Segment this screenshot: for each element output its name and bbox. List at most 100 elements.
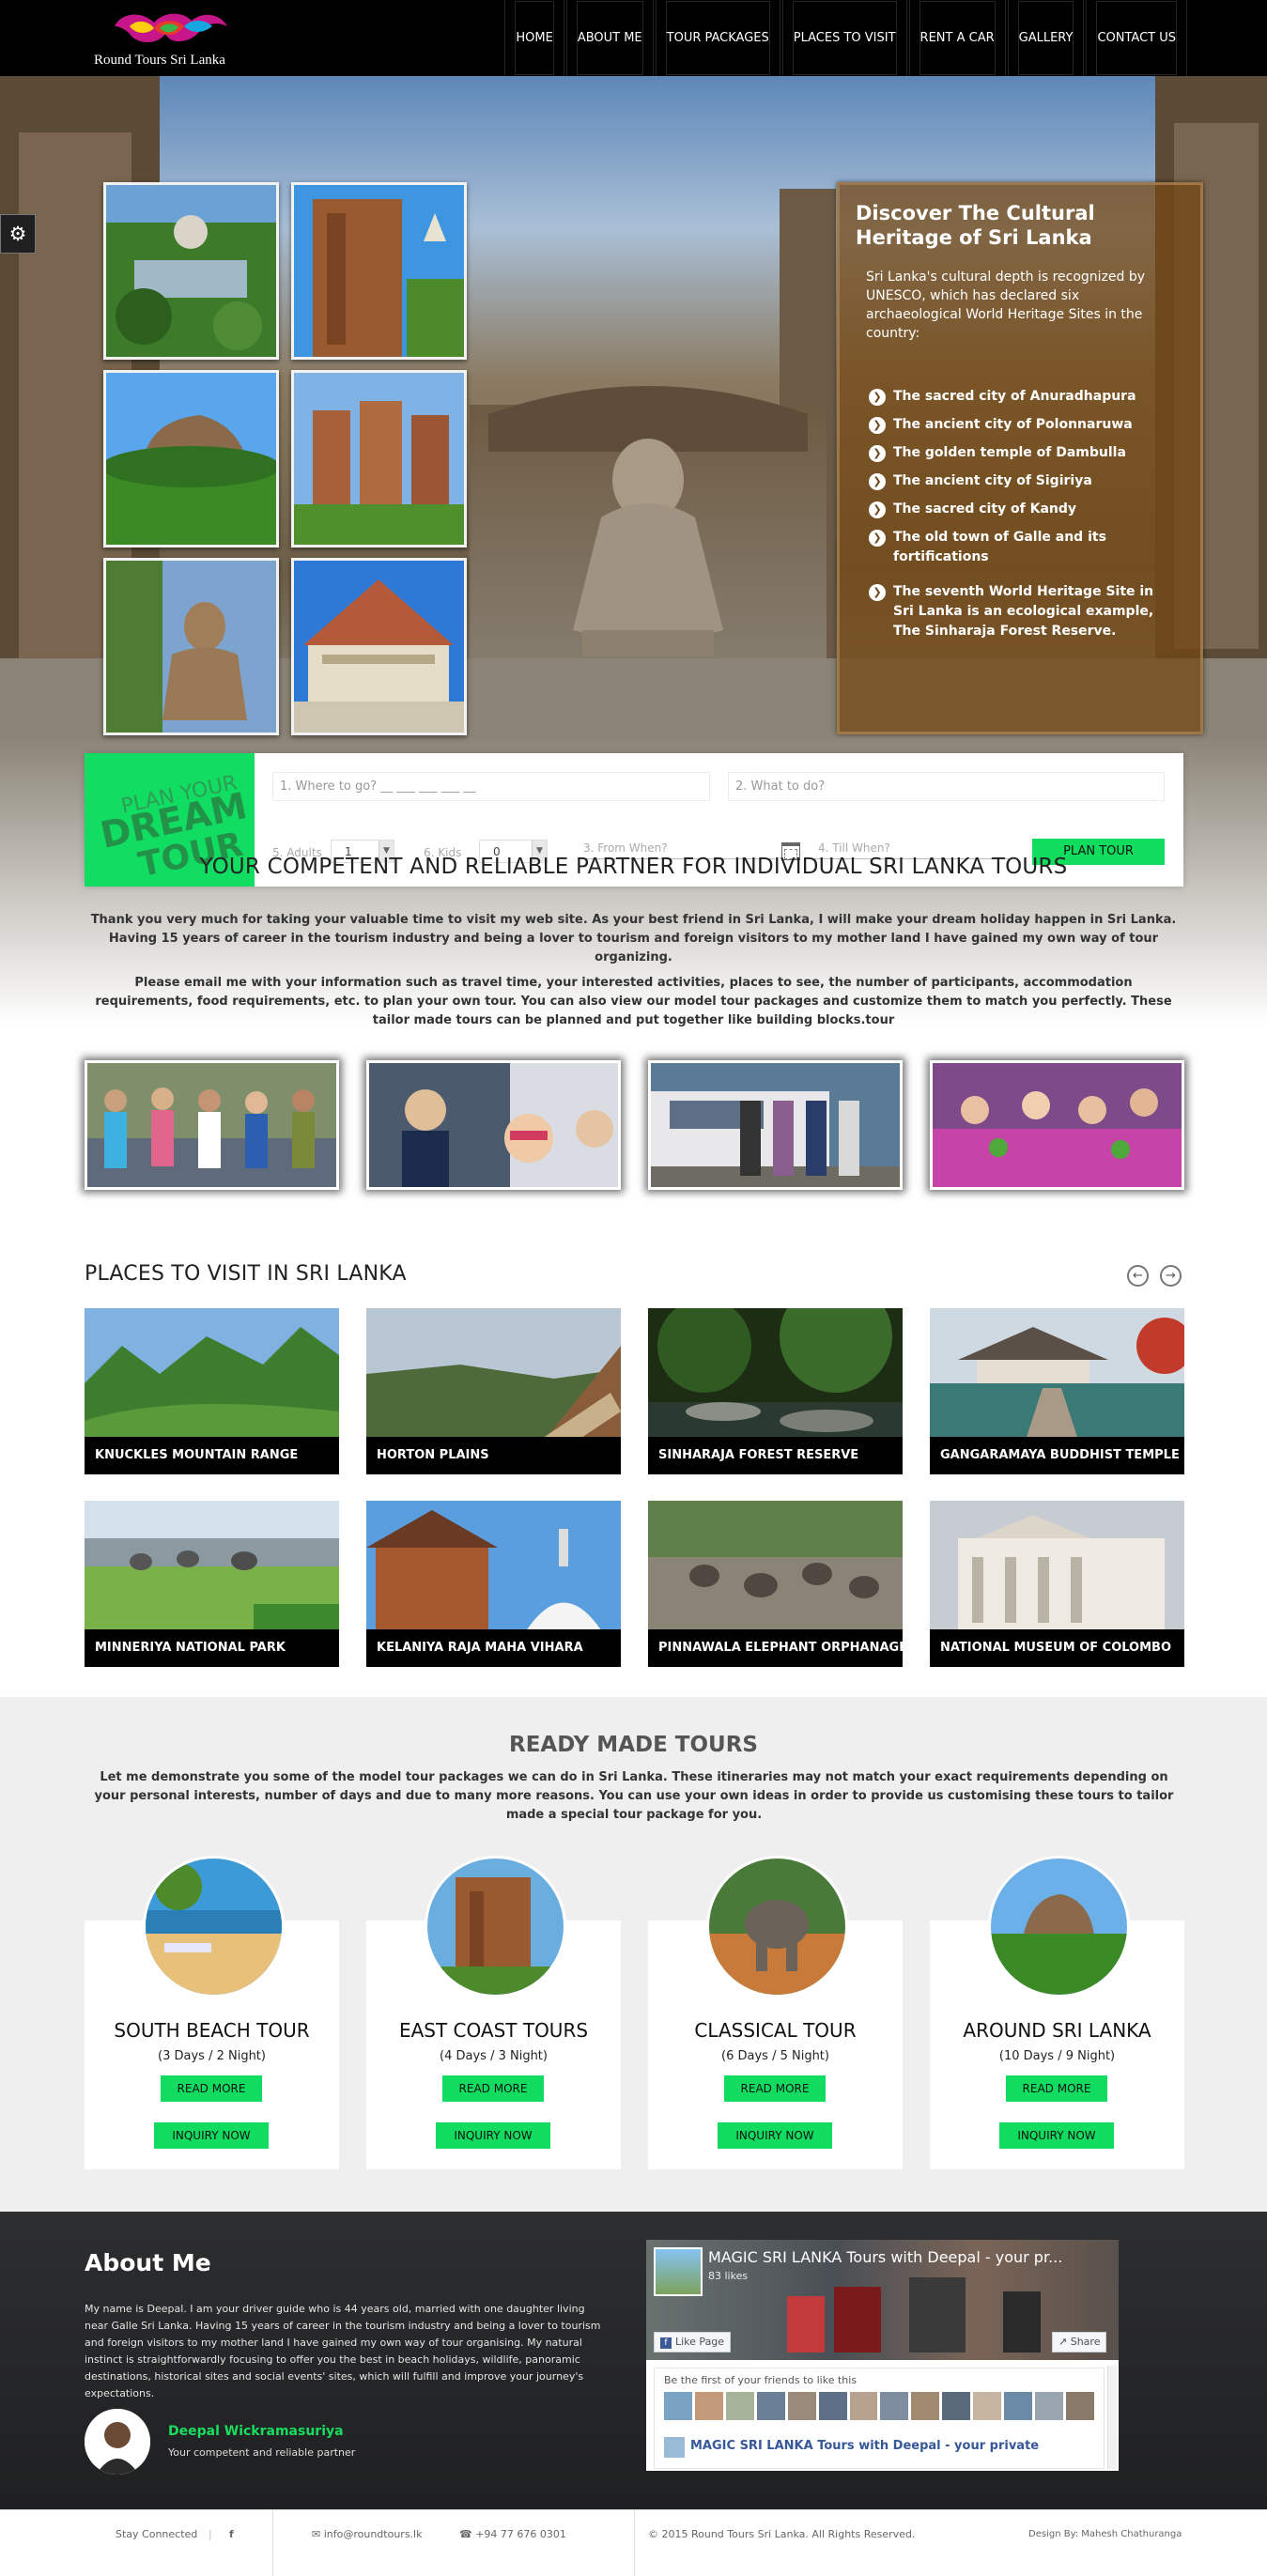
tours-description: Let me demonstrate you some of the model… [94,1770,1174,1822]
facebook-friends-text: Be the first of your friends to like thi… [664,2374,858,2386]
facebook-page-avatar[interactable] [654,2247,703,2296]
chevron-right-icon: ❯ [869,445,886,462]
guide-tagline: Your competent and reliable partner [168,2446,356,2459]
arrow-right-icon: → [1166,1269,1176,1283]
place-card-pinnawala[interactable]: PINNAWALA ELEPHANT ORPHANAGE [648,1501,903,1667]
heritage-thumb-sigiriya[interactable] [103,370,279,548]
tours-heading: READY MADE TOURS [509,1733,758,1757]
tour-image [425,1856,566,1998]
facebook-share-button[interactable]: ↗ Share [1052,2332,1107,2352]
cultural-heritage-title: Discover The Cultural Heritage of Sri La… [856,202,1095,249]
read-more-button[interactable]: READ MORE [1006,2075,1107,2102]
nav-home[interactable]: HOME [504,0,564,76]
place-card-sinharaja[interactable]: SINHARAJA FOREST RESERVE [648,1308,903,1474]
facebook-like-page-button[interactable]: f Like Page [654,2332,732,2352]
nav-rent-a-car[interactable]: RENT A CAR [908,0,1006,76]
where-to-go-input[interactable]: 1. Where to go? __ ___ ___ ___ __ [272,772,710,801]
place-card-minneriya[interactable]: MINNERIYA NATIONAL PARK [85,1501,339,1667]
heritage-site-item: ❯ The golden temple of Dambulla [869,443,1174,463]
tour-card-south-beach: SOUTH BEACH TOUR (3 Days / 2 Night) READ… [85,1856,339,2169]
email-contact[interactable]: ✉ info@roundtours.lk [312,2527,422,2542]
nav-places-to-visit[interactable]: PLACES TO VISIT [781,0,907,76]
nav-tour-packages[interactable]: TOUR PACKAGES [655,0,780,76]
nav-packages-label: TOUR PACKAGES [665,1,770,75]
chevron-right-icon: ❯ [869,389,886,406]
carousel-prev-button[interactable]: ← [1127,1265,1149,1287]
tour-duration: (10 Days / 9 Night) [998,2049,1116,2063]
tour-duration: (3 Days / 2 Night) [158,2049,266,2063]
facebook-icon[interactable]: f [229,2527,234,2542]
guest-photo[interactable] [85,1060,339,1190]
intro-paragraph-1: Thank you very much for taking your valu… [90,913,1177,964]
nav-contact-us[interactable]: CONTACT US [1086,0,1187,76]
heritage-thumb-dambulla[interactable] [291,370,467,548]
what-to-do-input[interactable]: 2. What to do? [728,772,1165,801]
place-card-gangaramaya[interactable]: GANGARAMAYA BUDDHIST TEMPLE [930,1308,1184,1474]
place-card-kelaniya[interactable]: KELANIYA RAJA MAHA VIHARA [366,1501,621,1667]
read-more-button[interactable]: READ MORE [724,2075,826,2102]
nav-home-label: HOME [515,1,554,75]
facebook-scrollbar[interactable] [1107,2366,1117,2469]
tour-card-east-coast: EAST COAST TOURS (4 Days / 3 Night) READ… [366,1856,621,2169]
nav-places-label: PLACES TO VISIT [792,1,897,75]
intro-section: YOUR COMPETENT AND RELIABLE PARTNER FOR … [0,855,1267,1037]
guest-photo[interactable] [648,1060,903,1190]
facebook-cover-photo: MAGIC SRI LANKA Tours with Deepal - your… [646,2240,1119,2360]
phone-contact: ☎ +94 77 676 0301 [459,2528,566,2540]
inquiry-now-button[interactable]: INQUIRY NOW [436,2122,550,2149]
stay-connected-label: Stay Connected [116,2528,198,2540]
heritage-thumb-polonnaruwa[interactable] [291,182,467,360]
settings-gear-button[interactable]: ⚙ [0,214,36,254]
chevron-right-icon: ❯ [869,501,886,518]
tour-card-around-sri-lanka: AROUND SRI LANKA (10 Days / 9 Night) REA… [930,1856,1184,2169]
places-section-title: PLACES TO VISIT IN SRI LANKA [85,1262,407,1286]
logo[interactable]: Round Tours Sri Lanka [92,4,252,73]
nav-about-me[interactable]: ABOUT ME [565,0,654,76]
place-caption: HORTON PLAINS [366,1437,621,1474]
place-caption: NATIONAL MUSEUM OF COLOMBO [930,1629,1184,1667]
bottom-bar: Stay Connected | f ✉ info@roundtours.lk … [0,2509,1267,2576]
place-card-horton-plains[interactable]: HORTON PLAINS [366,1308,621,1474]
nav-rent-label: RENT A CAR [919,1,996,75]
about-me-section: About Me My name is Deepal. I am your dr… [0,2212,1267,2509]
read-more-button[interactable]: READ MORE [442,2075,544,2102]
heritage-site-item: ❯ The sacred city of Kandy [869,500,1174,519]
tour-image [988,1856,1130,1998]
heritage-site-item: ❯ The seventh World Heritage Site in Sri … [869,582,1174,641]
place-caption: KELANIYA RAJA MAHA VIHARA [366,1629,621,1667]
carousel-next-button[interactable]: → [1160,1265,1182,1287]
nav-contact-label: CONTACT US [1096,1,1177,75]
place-card-knuckles[interactable]: KNUCKLES MOUNTAIN RANGE [85,1308,339,1474]
place-caption: PINNAWALA ELEPHANT ORPHANAGE [648,1629,903,1667]
inquiry-now-button[interactable]: INQUIRY NOW [154,2122,269,2149]
tour-title: SOUTH BEACH TOUR [114,2019,310,2042]
facebook-post-title[interactable]: MAGIC SRI LANKA Tours with Deepal - your… [664,2437,1094,2458]
place-card-national-museum[interactable]: NATIONAL MUSEUM OF COLOMBO [930,1501,1184,1667]
guest-photo[interactable] [366,1060,621,1190]
heritage-site-list: ❯ The sacred city of Anuradhapura ❯ The an… [869,387,1174,650]
facebook-page-title[interactable]: MAGIC SRI LANKA Tours with Deepal - your… [708,2248,1112,2266]
logo-text: Round Tours Sri Lanka [94,53,225,68]
cultural-heritage-intro: Sri Lanka's cultural depth is recognized… [866,270,1146,341]
cultural-heritage-panel: Discover The Cultural Heritage of Sri La… [837,182,1203,734]
guest-photo[interactable] [930,1060,1184,1190]
about-bio: My name is Deepal. I am your driver guid… [85,2303,601,2399]
nav-gallery[interactable]: GALLERY [1007,0,1085,76]
avatar [85,2409,150,2475]
place-caption: MINNERIYA NATIONAL PARK [85,1629,339,1667]
copyright-text: © 2015 Round Tours Sri Lanka. All Rights… [648,2528,916,2540]
guide-name: Deepal Wickramasuriya [168,2424,344,2439]
heritage-thumb-anuradhapura[interactable] [103,182,279,360]
heritage-thumb-kandy-temple[interactable] [291,558,467,735]
read-more-button[interactable]: READ MORE [161,2075,262,2102]
chevron-right-icon: ❯ [869,530,886,547]
share-icon: ↗ [1058,2336,1071,2348]
heritage-thumb-buddha-statue[interactable] [103,558,279,735]
chevron-right-icon: ❯ [869,417,886,434]
design-credit[interactable]: Design By: Mahesh Chathuranga [1028,2527,1182,2542]
inquiry-now-button[interactable]: INQUIRY NOW [718,2122,832,2149]
top-navbar: Round Tours Sri Lanka HOME ABOUT ME TOUR… [0,0,1267,76]
chevron-right-icon: ❯ [869,584,886,601]
phone-icon: ☎ [459,2528,476,2540]
inquiry-now-button[interactable]: INQUIRY NOW [999,2122,1114,2149]
